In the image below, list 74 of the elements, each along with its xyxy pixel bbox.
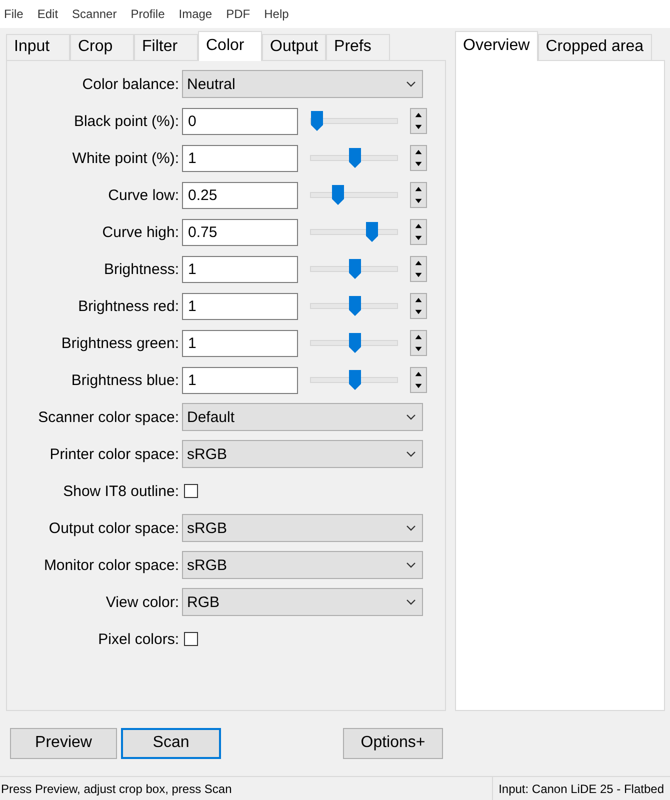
tab[interactable]: Prefs [326, 34, 390, 60]
spin-buttons[interactable] [410, 256, 427, 282]
input-field[interactable]: 0.25 [182, 182, 298, 209]
status-device: Input: Canon LiDE 25 - Flatbed [492, 777, 670, 800]
field-label: Curve high: [101, 224, 180, 241]
input-field[interactable]: 1 [182, 144, 298, 172]
field-label: Color balance: [81, 76, 180, 93]
field-label: Monitor color space: [42, 556, 180, 574]
spin-buttons[interactable] [410, 108, 427, 134]
chevron-down-icon [406, 599, 416, 606]
field-label: Brightness red: [77, 298, 180, 315]
slider-thumb[interactable] [349, 296, 361, 316]
dropdown[interactable]: RGB [182, 588, 423, 616]
chevron-down-icon [406, 81, 416, 88]
slider-thumb[interactable] [311, 111, 323, 132]
spin-buttons[interactable] [410, 367, 427, 394]
chevron-down-icon [406, 562, 416, 568]
dropdown[interactable]: Neutral [182, 70, 423, 98]
menu-item[interactable]: Edit [37, 6, 58, 21]
field-label: White point (%): [71, 150, 180, 167]
field-label: Show IT8 outline: [62, 482, 180, 500]
tab[interactable]: Input [6, 34, 70, 60]
push-button[interactable]: Preview [10, 728, 117, 759]
field-label: Scanner color space: [37, 408, 180, 426]
spin-buttons[interactable] [410, 182, 427, 208]
slider-thumb[interactable] [349, 148, 361, 168]
tab[interactable]: Filter [134, 34, 198, 60]
spin-buttons[interactable] [410, 293, 427, 320]
slider-thumb[interactable] [349, 259, 361, 280]
dropdown[interactable]: sRGB [182, 514, 423, 542]
slider-thumb[interactable] [332, 185, 344, 206]
input-field[interactable]: 1 [182, 292, 298, 320]
chevron-down-icon [406, 525, 416, 532]
field-label: Black point (%): [72, 112, 180, 130]
field-label: Brightness: [102, 260, 180, 278]
slider-thumb[interactable] [366, 222, 378, 242]
tab[interactable]: Cropped area [538, 34, 652, 60]
dropdown[interactable]: sRGB [182, 440, 423, 468]
menu-item[interactable]: Profile [130, 6, 165, 21]
tab[interactable]: Output [262, 34, 326, 60]
menu-item[interactable]: Scanner [72, 6, 117, 21]
field-label: Output color space: [48, 520, 180, 537]
tab[interactable]: Color [198, 30, 262, 61]
status-message: Press Preview, adjust crop box, press Scan [0, 782, 232, 796]
dropdown[interactable]: Default [182, 403, 423, 432]
field-label: View color: [104, 594, 180, 611]
push-button[interactable]: Scan [121, 728, 221, 759]
input-field[interactable]: 0 [182, 108, 298, 135]
chevron-down-icon [406, 451, 416, 458]
tab[interactable]: Crop [70, 34, 134, 60]
input-field[interactable]: 1 [182, 366, 298, 394]
field-label: Brightness green: [60, 334, 180, 352]
menu-item[interactable]: PDF [226, 6, 250, 21]
spin-buttons[interactable] [410, 145, 427, 172]
field-label: Brightness blue: [70, 372, 180, 389]
checkbox[interactable] [184, 632, 198, 646]
slider-thumb[interactable] [349, 333, 361, 354]
menu-item[interactable]: Image [178, 6, 212, 21]
input-field[interactable]: 0.75 [182, 218, 298, 246]
checkbox[interactable] [184, 484, 198, 498]
field-label: Pixel colors: [97, 630, 180, 648]
field-label: Curve low: [107, 186, 180, 204]
tab[interactable]: Overview [455, 30, 538, 61]
slider-thumb[interactable] [349, 370, 361, 390]
push-button[interactable]: Options+ [343, 728, 443, 759]
menu-item[interactable]: File [4, 6, 24, 21]
dropdown[interactable]: sRGB [182, 551, 423, 580]
input-field[interactable]: 1 [182, 330, 298, 357]
input-field[interactable]: 1 [182, 256, 298, 283]
field-label: Printer color space: [48, 446, 180, 463]
chevron-down-icon [406, 414, 416, 420]
spin-buttons[interactable] [410, 219, 427, 246]
spin-buttons[interactable] [410, 330, 427, 356]
menu-item[interactable]: Help [264, 6, 289, 21]
